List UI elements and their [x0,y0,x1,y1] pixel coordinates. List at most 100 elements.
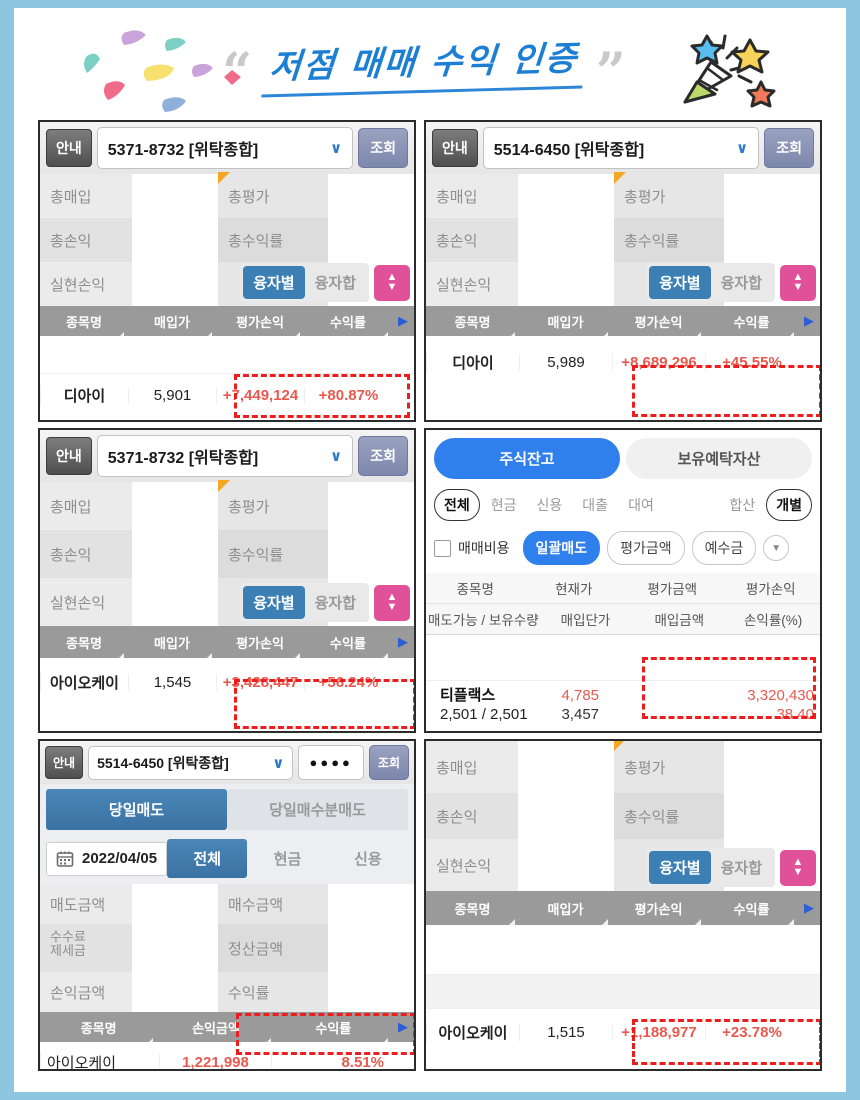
loan-sum-button[interactable]: 융자합 [711,851,772,884]
tab-today-sell[interactable]: 당일매도 [46,789,227,830]
corner-flag-icon [614,741,626,751]
th-rate[interactable]: 수익률 [275,1018,392,1045]
row-checkbox[interactable] [426,697,436,715]
next-arrow-icon[interactable]: ▶ [798,900,820,916]
guide-button[interactable]: 안내 [432,129,478,167]
th-buy-price[interactable]: 매입가 [519,312,612,339]
loan-by-button[interactable]: 융자별 [243,266,305,299]
loan-toggle[interactable]: 융자별 융자합 [240,263,369,302]
next-arrow-icon[interactable]: ▶ [798,313,820,329]
chip-loan[interactable]: 대출 [573,490,617,520]
table-row[interactable]: 아이오케이 1,545 +3,428,447 +56.24% [40,658,414,706]
account-select[interactable]: 5371-8732 [위탁종합] ∨ [96,435,354,477]
up-down-arrow-icon[interactable]: ▲ ▼ [374,264,410,301]
query-button[interactable]: 조회 [358,436,408,476]
th-pl-amount[interactable]: 손익금액 [157,1018,274,1045]
trade-cost-checkbox[interactable] [434,539,451,557]
query-button[interactable]: 조회 [368,745,409,780]
tab-today-buy-sell[interactable]: 당일매수분매도 [227,789,408,830]
th-name[interactable]: 종목명 [40,1018,157,1045]
filter-chips: 전체 현금 신용 대출 대여 합산 개별 [426,483,820,527]
th-rate[interactable]: 수익률 [304,633,392,660]
label-realized-pl: 실현손익 [426,262,518,306]
th-name[interactable]: 종목명 [426,312,519,339]
eval-amount-button[interactable]: 평가금액 [607,531,685,565]
account-select[interactable]: 5371-8732 [위탁종합] ∨ [96,127,354,169]
value-total-rate [724,218,820,262]
th-buy-amount[interactable]: 매입금액 [632,604,726,634]
row-checkbox-empty[interactable] [426,649,436,667]
password-field[interactable]: ●●●● [298,745,364,780]
chip-lending[interactable]: 대여 [619,490,663,520]
up-down-arrow-icon[interactable]: ▲ ▼ [780,849,816,886]
label-total-pl: 총손익 [426,793,518,839]
loan-toggle[interactable]: 융자별 융자합 [646,848,775,887]
loan-sum-button[interactable]: 융자합 [305,266,366,299]
th-eval-pl[interactable]: 평가손익 [216,633,304,660]
corner-flag-icon [218,172,230,184]
chip-cash[interactable]: 현금 [482,490,526,520]
th-rate[interactable]: 수익률 [304,312,392,339]
blank-row [40,336,414,374]
loan-by-button[interactable]: 융자별 [649,266,711,299]
loan-toggle[interactable]: 융자별 융자합 [240,583,369,622]
up-down-arrow-icon[interactable]: ▲ ▼ [780,264,816,301]
deposit-button[interactable]: 예수금 [691,531,757,565]
date-seg-cash[interactable]: 현금 [247,839,327,878]
chip-sum[interactable]: 합산 [720,490,764,520]
date-seg-credit[interactable]: 신용 [328,839,408,878]
guide-button[interactable]: 안내 [46,437,92,475]
th-name[interactable]: 종목명 [426,899,519,926]
th-rate[interactable]: 수익률 [705,312,798,339]
th-eval-pl[interactable]: 평가손익 [722,573,821,603]
table-row[interactable]: 디아이 5,989 +8,689,296 +45.55% [426,336,820,388]
loan-toggle[interactable]: 융자별 융자합 [646,263,775,302]
th-name[interactable]: 종목명 [426,573,525,603]
chip-credit[interactable]: 신용 [528,490,572,520]
loan-sum-button[interactable]: 융자합 [305,586,366,619]
loan-sum-button[interactable]: 융자합 [711,266,772,299]
th-rate[interactable]: 수익률 [705,899,798,926]
th-avg-price[interactable]: 매입단가 [539,604,633,634]
chip-individual[interactable]: 개별 [766,489,812,521]
table-row[interactable]: 티플랙스 2,501 / 2,501 4,785 3,457 3,320,430… [426,681,820,731]
next-arrow-icon[interactable]: ▶ [392,313,414,329]
th-buy-price[interactable]: 매입가 [128,312,216,339]
cell-name-qty: 티플랙스 2,501 / 2,501 [436,687,534,725]
empty-row[interactable] [426,635,820,681]
th-buy-price[interactable]: 매입가 [128,633,216,660]
next-arrow-icon[interactable]: ▶ [392,1019,414,1035]
account-select[interactable]: 5514-6450 [위탁종합] ∨ [482,127,760,169]
tab-stock-balance[interactable]: 주식잔고 [434,438,620,479]
bulk-sell-button[interactable]: 일괄매도 [522,531,601,565]
guide-button[interactable]: 안내 [45,746,84,779]
th-eval-pl[interactable]: 평가손익 [612,312,705,339]
up-down-arrow-icon[interactable]: ▲ ▼ [374,584,410,621]
value-rate [328,972,414,1012]
chevron-down-icon[interactable]: ▼ [763,535,790,561]
th-name[interactable]: 종목명 [40,312,128,339]
th-eval-amount[interactable]: 평가금액 [623,573,722,603]
table-row[interactable]: 아이오케이 1,515 +1,188,977 +23.78% [426,1009,820,1055]
date-picker[interactable]: 2022/04/05 [46,841,168,876]
th-name[interactable]: 종목명 [40,633,128,660]
chip-all[interactable]: 전체 [434,489,480,521]
table-row[interactable]: 아이오케이 1,221,998 8.51% [40,1042,414,1069]
loan-by-button[interactable]: 융자별 [649,851,711,884]
table-row[interactable]: 디아이 5,901 +7,449,124 +80.87% [40,374,414,416]
loan-by-button[interactable]: 융자별 [243,586,305,619]
guide-button[interactable]: 안내 [46,129,92,167]
query-button[interactable]: 조회 [764,128,814,168]
account-select[interactable]: 5514-6450 [위탁종합] ∨ [88,745,294,780]
th-pl-rate[interactable]: 손익률(%) [726,604,820,634]
date-seg-all[interactable]: 전체 [167,839,248,878]
th-sellable-qty[interactable]: 매도가능 / 보유수량 [426,604,539,634]
th-current-price[interactable]: 현재가 [525,573,624,603]
query-button[interactable]: 조회 [358,128,408,168]
th-eval-pl[interactable]: 평가손익 [216,312,304,339]
trade-cost-label: 매매비용 [458,540,510,556]
th-eval-pl[interactable]: 평가손익 [612,899,705,926]
next-arrow-icon[interactable]: ▶ [392,634,414,650]
th-buy-price[interactable]: 매입가 [519,899,612,926]
tab-deposit-assets[interactable]: 보유예탁자산 [626,438,812,479]
